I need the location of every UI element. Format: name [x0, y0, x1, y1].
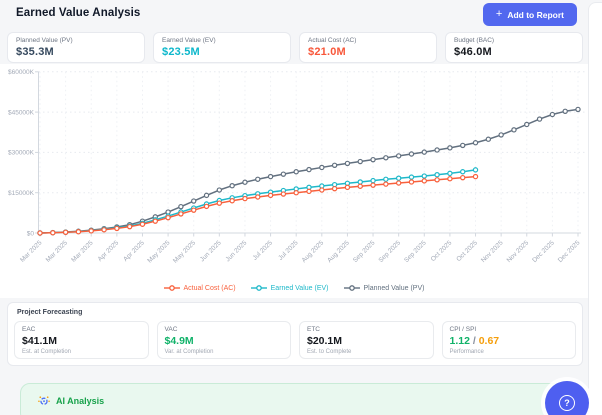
forecast-value: $41.1M: [22, 335, 58, 347]
forecast-sublabel: Est. at Completion: [22, 349, 72, 355]
svg-text:$30000K: $30000K: [8, 150, 35, 157]
adjacent-panel-edge: [588, 2, 602, 415]
kpi-card-actual-cost: Actual Cost (AC) $21.0M: [299, 32, 437, 63]
svg-text:Dec 2025: Dec 2025: [557, 239, 582, 264]
forecast-value: $20.1M: [307, 335, 343, 347]
idea-sparkle-icon: [38, 396, 50, 405]
svg-text:Jun 2025: Jun 2025: [199, 239, 223, 263]
svg-text:Aug 2025: Aug 2025: [301, 239, 326, 264]
legend-marker-icon: [250, 285, 267, 291]
kpi-card-budget: Budget (BAC) $46.0M: [445, 32, 583, 63]
legend-label: Actual Cost (AC): [183, 284, 236, 292]
kpi-label: Budget (BAC): [454, 37, 495, 44]
svg-text:Dec 2025: Dec 2025: [531, 239, 556, 264]
legend-marker-icon: [163, 285, 180, 291]
forecast-label: CPI / SPI: [449, 326, 477, 333]
ai-analysis-title: AI Analysis: [56, 396, 105, 406]
earned-value-chart[interactable]: $0$15000K$30000K$45000K$60000KMar 2025 Ma…: [0, 62, 588, 300]
svg-text:Jul 2025: Jul 2025: [252, 239, 275, 262]
forecast-card-cpi-spi: CPI / SPI 1.12 / 0.67 Performance: [441, 321, 576, 359]
svg-text:Jun 2025: Jun 2025: [225, 239, 249, 263]
kpi-card-planned-value: Planned Value (PV) $35.3M: [7, 32, 145, 63]
forecast-value: $4.9M: [164, 335, 194, 347]
svg-text:Oct 2025: Oct 2025: [430, 239, 454, 263]
chart-legend: Actual Cost (AC) Earned Value (EV) Planned…: [0, 284, 588, 292]
page-title: Earned Value Analysis: [16, 7, 141, 19]
svg-text:Mar 2025: Mar 2025: [45, 239, 70, 264]
svg-text:$60000K: $60000K: [8, 69, 35, 76]
kpi-row: Planned Value (PV) $35.3M Earned Value (…: [7, 32, 583, 63]
svg-text:Sep 2025: Sep 2025: [377, 239, 402, 264]
legend-item-planned-value-pv-[interactable]: Planned Value (PV): [343, 284, 425, 292]
svg-text:May 2025: May 2025: [172, 239, 197, 264]
legend-item-actual-cost-ac-[interactable]: Actual Cost (AC): [163, 284, 236, 292]
forecast-sublabel: Var. at Completion: [164, 349, 214, 355]
kpi-value: $23.5M: [162, 46, 200, 58]
forecast-sublabel: Performance: [449, 349, 484, 355]
svg-text:Nov 2025: Nov 2025: [480, 239, 505, 264]
svg-text:Sep 2025: Sep 2025: [403, 239, 428, 264]
kpi-label: Earned Value (EV): [162, 37, 216, 44]
svg-text:$15000K: $15000K: [8, 190, 35, 197]
project-forecasting-section: Project Forecasting EAC $41.1M Est. at C…: [7, 302, 583, 366]
svg-text:Oct 2025: Oct 2025: [455, 239, 479, 263]
svg-text:Mar 2025: Mar 2025: [70, 239, 95, 264]
help-icon: ?: [559, 395, 575, 411]
kpi-value: $21.0M: [308, 46, 346, 58]
legend-marker-icon: [343, 285, 360, 291]
ai-analysis-section[interactable]: AI Analysis: [20, 383, 577, 415]
forecast-label: EAC: [22, 326, 36, 333]
plus-icon: +: [495, 8, 503, 20]
svg-text:Nov 2025: Nov 2025: [506, 239, 531, 264]
legend-item-earned-value-ev-[interactable]: Earned Value (EV): [250, 284, 329, 292]
legend-label: Earned Value (EV): [270, 284, 329, 292]
forecasting-title: Project Forecasting: [17, 309, 83, 316]
svg-text:Apr 2025: Apr 2025: [122, 239, 146, 263]
kpi-card-earned-value: Earned Value (EV) $23.5M: [153, 32, 291, 63]
add-to-report-label: Add to Report: [507, 9, 564, 20]
svg-text:$45000K: $45000K: [8, 109, 35, 116]
svg-text:$0: $0: [27, 230, 35, 237]
forecast-card-vac: VAC $4.9M Var. at Completion: [156, 321, 291, 359]
svg-text:Mar 2025: Mar 2025: [19, 239, 44, 264]
cpi-spi-value: 1.12 / 0.67: [449, 335, 500, 347]
svg-text:Apr 2025: Apr 2025: [97, 239, 121, 263]
help-button[interactable]: ?: [545, 381, 589, 415]
svg-text:May 2025: May 2025: [146, 239, 171, 264]
add-to-report-button[interactable]: + Add to Report: [482, 3, 577, 26]
svg-text:Sep 2025: Sep 2025: [352, 239, 377, 264]
forecast-card-etc: ETC $20.1M Est. to Complete: [299, 321, 434, 359]
svg-text:Aug 2025: Aug 2025: [326, 239, 351, 264]
forecast-sublabel: Est. to Complete: [307, 349, 352, 355]
kpi-value: $35.3M: [16, 46, 54, 58]
forecast-card-eac: EAC $41.1M Est. at Completion: [14, 321, 149, 359]
forecast-label: ETC: [307, 326, 320, 333]
forecast-label: VAC: [164, 326, 178, 333]
kpi-label: Planned Value (PV): [16, 37, 73, 44]
svg-text:Jul 2025: Jul 2025: [277, 239, 300, 262]
kpi-label: Actual Cost (AC): [308, 37, 357, 44]
legend-label: Planned Value (PV): [363, 284, 425, 292]
kpi-value: $46.0M: [454, 46, 492, 58]
